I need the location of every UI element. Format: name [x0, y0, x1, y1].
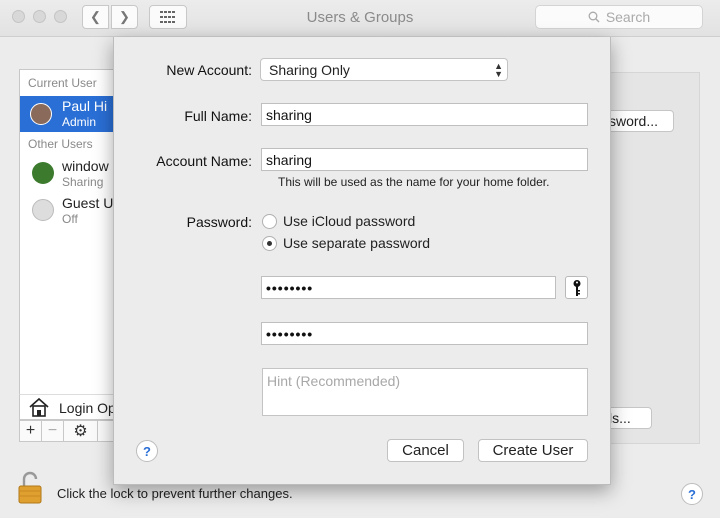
- user-avatar: [30, 103, 52, 125]
- guest-avatar: [32, 199, 54, 221]
- gear-icon: ⚙: [73, 423, 88, 440]
- lock-message: Click the lock to prevent further change…: [57, 486, 293, 501]
- password-assistant-button[interactable]: [565, 276, 588, 299]
- password-label: Password:: [186, 214, 252, 230]
- password-hint-field[interactable]: Hint (Recommended): [262, 368, 588, 416]
- remove-user-button[interactable]: −: [42, 421, 64, 441]
- full-name-label: Full Name:: [184, 108, 252, 124]
- search-input[interactable]: Search: [535, 5, 703, 29]
- updown-arrows-icon: ▲ ▼: [494, 61, 503, 79]
- radio-separate-password[interactable]: Use separate password: [262, 235, 430, 251]
- title-bar: ❮ ❯ Users & Groups Search: [0, 0, 720, 37]
- login-options-label: Login Op: [59, 400, 116, 416]
- user-role: Off: [62, 212, 78, 226]
- verify-masked: ••••••••: [266, 326, 314, 342]
- verify-password-field[interactable]: ••••••••: [261, 322, 588, 345]
- help-button[interactable]: ?: [681, 483, 703, 505]
- change-password-button[interactable]: sword...: [602, 110, 674, 132]
- add-user-button[interactable]: +: [20, 421, 42, 441]
- create-user-button[interactable]: Create User: [478, 439, 588, 462]
- search-icon: [588, 11, 600, 23]
- house-icon: [29, 397, 49, 417]
- action-menu-button[interactable]: ⚙: [64, 421, 98, 441]
- password-masked: ••••••••: [266, 280, 314, 296]
- sheet-help-button[interactable]: ?: [136, 440, 158, 462]
- user-name: window: [62, 158, 109, 174]
- user-name: Guest U: [62, 195, 114, 211]
- key-icon: [573, 279, 580, 296]
- radio-icloud-label: Use iCloud password: [283, 213, 416, 229]
- account-name-label: Account Name:: [156, 153, 252, 169]
- account-name-field[interactable]: sharing: [261, 148, 588, 171]
- new-account-label: New Account:: [166, 62, 252, 78]
- lock-icon[interactable]: [18, 470, 42, 507]
- account-type-select[interactable]: Sharing Only ▲ ▼: [260, 58, 508, 81]
- user-role: Admin: [62, 115, 97, 129]
- other-users-header: Other Users: [28, 137, 93, 151]
- user-name: Paul Hi: [62, 98, 108, 114]
- password-field[interactable]: ••••••••: [261, 276, 556, 299]
- current-user-header: Current User: [28, 76, 97, 90]
- radio-separate-label: Use separate password: [283, 235, 431, 251]
- full-name-field[interactable]: sharing: [261, 103, 588, 126]
- cancel-button[interactable]: Cancel: [387, 439, 464, 462]
- radio-button-selected[interactable]: [262, 235, 277, 251]
- new-account-sheet: New Account: Sharing Only ▲ ▼ Full Name: …: [113, 37, 611, 485]
- user-avatar: [32, 162, 54, 184]
- user-role: Sharing: [62, 175, 104, 189]
- search-placeholder: Search: [605, 9, 651, 25]
- radio-icloud-password[interactable]: Use iCloud password: [262, 213, 415, 229]
- account-name-note: This will be used as the name for your h…: [278, 175, 550, 189]
- account-type-value: Sharing Only: [269, 62, 350, 78]
- radio-button[interactable]: [262, 213, 277, 229]
